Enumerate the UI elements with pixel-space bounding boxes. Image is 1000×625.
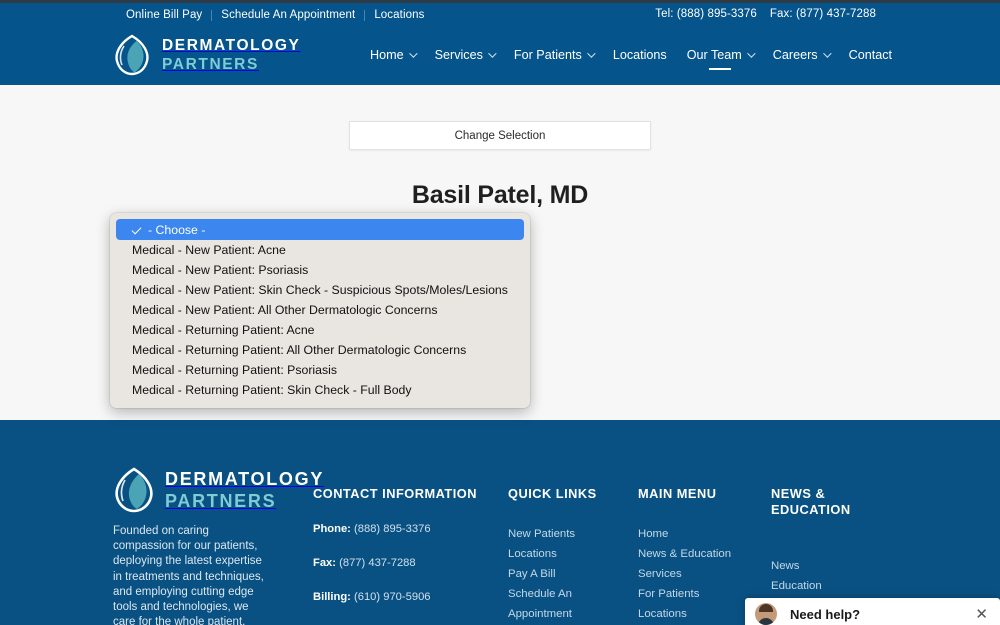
footer-logo-line-2: PARTNERS	[165, 491, 277, 511]
main-navigation: Home Services For Patients Locations Our…	[360, 47, 892, 63]
footer-column-contact: CONTACT INFORMATION Phone: (888) 895-337…	[313, 486, 483, 625]
nav-label: Contact	[848, 48, 892, 62]
footer-quick-links-title: QUICK LINKS	[508, 486, 597, 501]
footer-link-appointment[interactable]: Appointment	[508, 607, 628, 621]
chevron-down-icon	[822, 49, 832, 58]
dermatology-partners-leaf-icon	[113, 467, 155, 513]
footer-fax-label: Fax:	[313, 557, 337, 569]
nav-item-our-team[interactable]: Our Team	[677, 47, 763, 63]
chat-agent-avatar	[755, 603, 777, 625]
utility-tel[interactable]: Tel: (888) 895-3376	[655, 8, 757, 20]
appointment-type-dropdown-popup[interactable]: - Choose - Medical - New Patient: Acne M…	[110, 213, 530, 408]
nav-item-locations[interactable]: Locations	[603, 47, 677, 63]
footer-logo[interactable]: DERMATOLOGY PARTNERS	[113, 467, 324, 513]
dropdown-option-new-skin-check-suspicious[interactable]: Medical - New Patient: Skin Check - Susp…	[110, 280, 530, 300]
chevron-down-icon	[488, 49, 497, 58]
dropdown-option-label: Medical - Returning Patient: Acne	[132, 323, 315, 337]
footer-about-text: Founded on caring compassion for our pat…	[113, 525, 264, 625]
dropdown-option-label: Medical - New Patient: Skin Check - Susp…	[132, 283, 508, 297]
chevron-down-icon	[586, 49, 596, 58]
dropdown-option-new-acne[interactable]: Medical - New Patient: Acne	[110, 240, 530, 260]
site-footer: DERMATOLOGY PARTNERS Founded on caring c…	[0, 420, 1000, 625]
footer-link-pay-a-bill[interactable]: Pay A Bill	[508, 567, 628, 581]
dropdown-option-label: Medical - New Patient: Psoriasis	[132, 263, 309, 277]
site-header: Online Bill Pay Schedule An Appointment …	[0, 3, 1000, 85]
dermatology-partners-leaf-icon	[113, 34, 151, 76]
nav-item-home[interactable]: Home	[360, 47, 425, 63]
footer-main-menu-title: MAIN MENU	[638, 486, 717, 501]
chat-widget-message: Need help?	[790, 606, 861, 622]
nav-item-services[interactable]: Services	[425, 47, 504, 63]
dropdown-option-returning-skin-check-full-body[interactable]: Medical - Returning Patient: Skin Check …	[110, 380, 530, 400]
footer-news-education-title: NEWS & EDUCATION	[771, 486, 851, 517]
footer-contact-title: CONTACT INFORMATION	[313, 486, 477, 501]
logo-wordmark: DERMATOLOGY PARTNERS	[162, 38, 300, 72]
footer-billing-label: Billing:	[313, 591, 351, 603]
footer-column-quick-links: QUICK LINKS New Patients Locations Pay A…	[508, 486, 628, 625]
chevron-down-icon	[746, 49, 756, 58]
page-root: Online Bill Pay Schedule An Appointment …	[0, 0, 1000, 625]
footer-education[interactable]: Education	[771, 579, 871, 593]
dropdown-option-label: - Choose -	[148, 222, 206, 237]
footer-billing: Billing: (610) 970-5906	[313, 590, 483, 604]
nav-label: Home	[370, 48, 404, 62]
utility-link-locations[interactable]: Locations	[365, 8, 433, 22]
nav-label: Locations	[612, 48, 667, 62]
footer-menu-services[interactable]: Services	[638, 567, 768, 581]
footer-phone-label: Phone:	[313, 523, 351, 535]
nav-label: Our Team	[686, 48, 742, 62]
footer-menu-home[interactable]: Home	[638, 527, 768, 541]
chat-widget[interactable]: Need help? ✕	[745, 598, 1000, 625]
logo-line-1: DERMATOLOGY	[162, 37, 301, 54]
utility-fax[interactable]: Fax: (877) 437-7288	[770, 8, 876, 20]
footer-fax-value: (877) 437-7288	[339, 557, 416, 569]
nav-item-careers[interactable]: Careers	[763, 47, 839, 63]
logo-line-2: PARTNERS	[162, 55, 259, 73]
close-icon[interactable]: ✕	[975, 607, 988, 622]
footer-link-schedule-an[interactable]: Schedule An	[508, 587, 628, 601]
chevron-down-icon	[408, 49, 418, 58]
nav-item-contact[interactable]: Contact	[839, 47, 892, 63]
footer-menu-news-education[interactable]: News & Education	[638, 547, 768, 561]
checkmark-icon	[131, 224, 142, 234]
footer-quick-links-list: New Patients Locations Pay A Bill Schedu…	[508, 527, 628, 625]
dropdown-option-label: Medical - Returning Patient: All Other D…	[132, 343, 467, 357]
nav-item-for-patients[interactable]: For Patients	[504, 47, 603, 63]
footer-link-new-patients[interactable]: New Patients	[508, 527, 628, 541]
dropdown-option-choose[interactable]: - Choose -	[116, 219, 524, 240]
utility-links: Online Bill Pay Schedule An Appointment …	[126, 8, 433, 22]
footer-phone: Phone: (888) 895-3376	[313, 522, 483, 536]
site-logo[interactable]: DERMATOLOGY PARTNERS	[113, 34, 300, 76]
dropdown-option-returning-other-concerns[interactable]: Medical - Returning Patient: All Other D…	[110, 340, 530, 360]
page-title: Basil Patel, MD	[411, 181, 589, 209]
footer-billing-value[interactable]: (610) 970-5906	[354, 591, 431, 603]
footer-link-locations[interactable]: Locations	[508, 547, 628, 561]
change-selection-button[interactable]: Change Selection	[349, 121, 651, 150]
dropdown-option-returning-acne[interactable]: Medical - Returning Patient: Acne	[110, 320, 530, 340]
nav-label: Careers	[772, 48, 818, 62]
footer-logo-wordmark: DERMATOLOGY PARTNERS	[165, 470, 324, 510]
dropdown-option-returning-psoriasis[interactable]: Medical - Returning Patient: Psoriasis	[110, 360, 530, 380]
dropdown-option-label: Medical - Returning Patient: Skin Check …	[132, 383, 412, 397]
nav-label: Services	[434, 48, 483, 62]
dropdown-option-label: Medical - New Patient: Acne	[132, 243, 286, 257]
utility-bar: Online Bill Pay Schedule An Appointment …	[0, 3, 1000, 27]
dropdown-option-new-other-concerns[interactable]: Medical - New Patient: All Other Dermato…	[110, 300, 530, 320]
dropdown-option-label: Medical - New Patient: All Other Dermato…	[132, 303, 438, 317]
utility-link-online-bill-pay[interactable]: Online Bill Pay	[126, 8, 211, 22]
utility-link-schedule-appointment[interactable]: Schedule An Appointment	[212, 8, 364, 22]
footer-fax: Fax: (877) 437-7288	[313, 556, 483, 570]
nav-label: For Patients	[513, 48, 582, 62]
footer-logo-line-1: DERMATOLOGY	[165, 469, 325, 489]
footer-phone-value[interactable]: (888) 895-3376	[354, 523, 431, 535]
utility-contact-info: Tel: (888) 895-3376 Fax: (877) 437-7288	[655, 8, 876, 20]
footer-news[interactable]: News	[771, 559, 871, 573]
dropdown-option-new-psoriasis[interactable]: Medical - New Patient: Psoriasis	[110, 260, 530, 280]
dropdown-option-label: Medical - Returning Patient: Psoriasis	[132, 363, 338, 377]
